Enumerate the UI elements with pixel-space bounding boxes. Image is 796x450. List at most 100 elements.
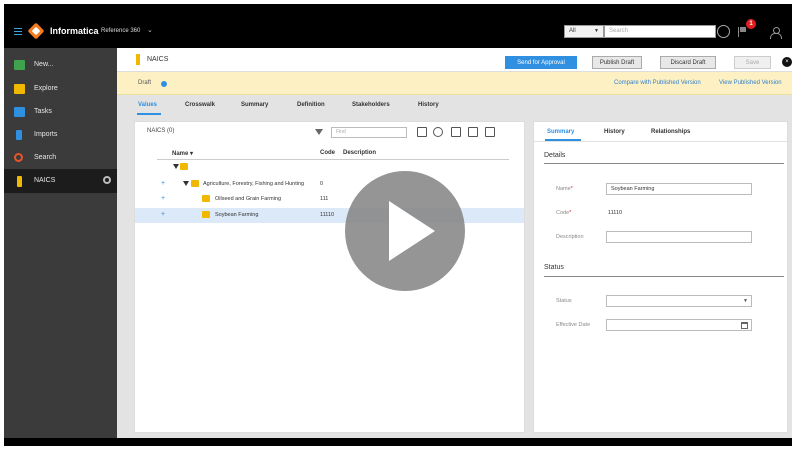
row-code: 11110 (320, 212, 335, 218)
description-input[interactable] (606, 231, 752, 243)
status-select[interactable]: ▼ (606, 295, 752, 307)
section-divider (544, 276, 784, 277)
table-row[interactable]: + Agriculture, Forestry, Fishing and Hun… (135, 177, 524, 192)
add-child-icon[interactable]: + (161, 211, 165, 218)
video-play-button[interactable] (345, 171, 465, 291)
expand-triangle-icon[interactable] (173, 164, 179, 169)
draft-label: Draft (138, 80, 152, 86)
send-for-approval-button[interactable]: Send for Approval (505, 56, 577, 69)
column-label: Name (172, 151, 189, 157)
values-panel: NAICS (0) Find Name ▾ Code Description +… (134, 121, 525, 433)
expand-triangle-icon[interactable] (183, 181, 189, 186)
sidebar-item-explore[interactable]: Explore (4, 77, 117, 101)
tab-summary[interactable]: Summary (241, 102, 268, 108)
tab-summary[interactable]: Summary (547, 129, 574, 135)
sidebar-item-tasks[interactable]: Tasks (4, 100, 117, 124)
tree-root-row[interactable] (135, 160, 524, 175)
tab-history[interactable]: History (418, 102, 439, 108)
folder-icon (180, 163, 188, 170)
gear-icon[interactable] (103, 176, 111, 184)
page-header: NAICS Send for Approval Publish Draft Di… (117, 48, 792, 72)
column-header-name[interactable]: Name ▾ (172, 150, 193, 157)
folder-icon (202, 195, 210, 202)
sidebar-item-search[interactable]: Search (4, 146, 117, 170)
sidebar-item-label: NAICS (34, 177, 56, 184)
row-name: Soybean Farming (215, 212, 259, 218)
tab-values[interactable]: Values (138, 102, 157, 108)
code-label: Code* (556, 210, 572, 216)
name-label: Name* (556, 186, 573, 192)
label-text: Name (556, 186, 571, 192)
draft-status-icon (161, 81, 167, 87)
draft-banner: Draft Compare with Published Version Vie… (117, 72, 792, 95)
informatica-logo-icon (27, 22, 45, 40)
tab-stakeholders[interactable]: Stakeholders (352, 102, 390, 108)
sidebar-item-naics[interactable]: NAICS (4, 169, 117, 193)
search-icon[interactable] (717, 25, 730, 38)
add-value-icon[interactable] (485, 127, 495, 137)
compare-published-link[interactable]: Compare with Published Version (614, 80, 701, 86)
filter-icon[interactable] (315, 129, 323, 137)
row-code: 0 (320, 181, 324, 187)
caret-down-icon: ▼ (743, 298, 748, 304)
description-label: Description (556, 234, 584, 240)
search-scope-select[interactable]: All ▼ (564, 25, 604, 38)
row-name: Agriculture, Forestry, Fishing and Hunti… (203, 181, 305, 187)
tab-history[interactable]: History (604, 129, 625, 135)
tab-relationships[interactable]: Relationships (651, 129, 690, 135)
search-icon (14, 153, 23, 162)
app-name: Informatica (50, 26, 99, 36)
tab-definition[interactable]: Definition (297, 102, 325, 108)
save-button[interactable]: Save (734, 56, 771, 69)
row-code: 111 (320, 196, 329, 202)
sidebar: New... Explore Tasks Imports Search NAIC… (4, 48, 117, 438)
imports-icon (16, 130, 22, 140)
sidebar-item-label: Tasks (34, 108, 52, 115)
view-published-link[interactable]: View Published Version (719, 80, 782, 86)
find-input[interactable]: Find (331, 127, 407, 138)
status-section-title: Status (544, 264, 564, 271)
app-subtitle[interactable]: Reference 360 (101, 28, 140, 34)
code-value: 11110 (608, 210, 623, 216)
codelist-icon (136, 54, 140, 65)
settings-icon[interactable] (433, 127, 443, 137)
sidebar-item-new[interactable]: New... (4, 53, 117, 77)
hierarchy-icon[interactable] (417, 127, 427, 137)
column-header-code[interactable]: Code (320, 150, 335, 156)
sidebar-item-imports[interactable]: Imports (4, 123, 117, 147)
tabs-divider (534, 141, 787, 142)
global-search-input[interactable]: Search (604, 25, 716, 38)
sidebar-item-label: Explore (34, 85, 58, 92)
values-count-title: NAICS (0) (147, 128, 175, 134)
collapse-icon[interactable] (468, 127, 478, 137)
add-child-icon[interactable]: + (161, 180, 165, 187)
discard-draft-button[interactable]: Discard Draft (660, 56, 716, 69)
column-header-description[interactable]: Description (343, 150, 376, 156)
calendar-icon[interactable] (741, 322, 748, 329)
top-bar: Informatica Reference 360 ⌄ All ▼ Search… (4, 4, 792, 48)
effective-date-input[interactable] (606, 319, 752, 331)
chevron-down-icon[interactable]: ⌄ (147, 26, 153, 34)
table-row[interactable]: + Soybean Farming 11110 (135, 208, 524, 223)
status-label: Status (556, 298, 572, 304)
page-title: NAICS (147, 56, 169, 63)
details-section-title: Details (544, 152, 566, 159)
export-icon[interactable] (451, 127, 461, 137)
add-child-icon[interactable]: + (161, 195, 165, 202)
codelist-icon (17, 176, 22, 187)
close-icon[interactable]: × (782, 57, 792, 67)
sidebar-item-label: Imports (34, 131, 58, 138)
table-row[interactable]: + Oilseed and Grain Farming 111 (135, 192, 524, 207)
menu-icon[interactable] (14, 28, 22, 35)
publish-draft-button[interactable]: Publish Draft (592, 56, 642, 69)
effective-date-label: Effective Date (556, 322, 591, 328)
plus-box-icon (14, 60, 25, 70)
user-icon[interactable] (770, 27, 782, 39)
name-input[interactable]: Soybean Farming (606, 183, 752, 195)
search-scope-value: All (569, 28, 576, 34)
sidebar-item-label: Search (34, 154, 57, 161)
tab-bar: Values Crosswalk Summary Definition Stak… (117, 95, 792, 115)
notifications-icon[interactable] (738, 27, 748, 37)
tab-crosswalk[interactable]: Crosswalk (185, 102, 215, 108)
notification-badge: 1 (746, 19, 756, 29)
